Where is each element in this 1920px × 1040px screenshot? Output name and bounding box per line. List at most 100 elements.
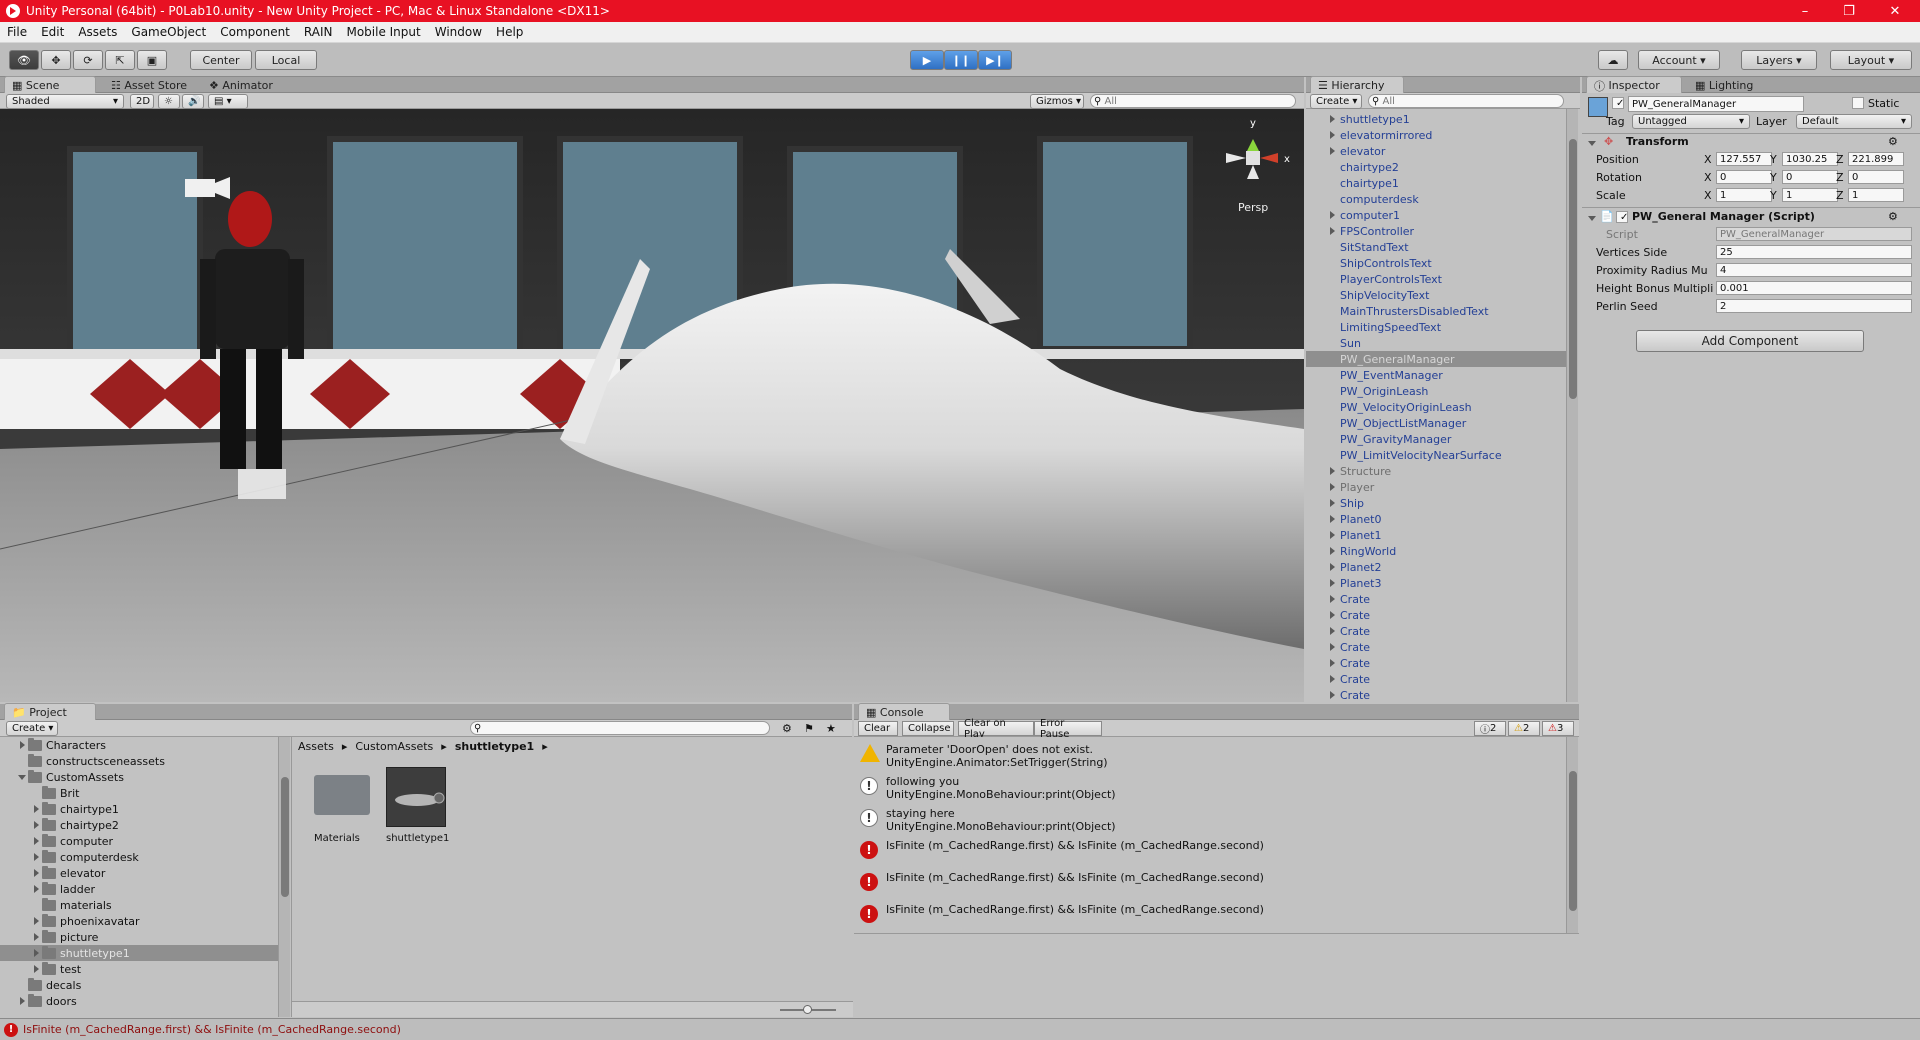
script-foldout-icon[interactable] xyxy=(1588,211,1596,224)
expand-arrow-icon[interactable] xyxy=(1324,227,1340,235)
project-search-input[interactable]: ⚲ xyxy=(470,721,770,735)
project-folder-item[interactable]: Characters xyxy=(0,737,278,753)
add-component-button[interactable]: Add Component xyxy=(1636,330,1864,352)
hierarchy-item[interactable]: FPSController xyxy=(1306,223,1568,239)
hierarchy-item[interactable]: SitStandText xyxy=(1306,239,1568,255)
hierarchy-item[interactable]: Crate xyxy=(1306,591,1568,607)
hierarchy-item[interactable]: Planet2 xyxy=(1306,559,1568,575)
zoom-slider-handle[interactable] xyxy=(803,1005,812,1014)
step-button[interactable]: ▶❙ xyxy=(978,50,1012,70)
project-folder-item[interactable]: elevator xyxy=(0,865,278,881)
tab-asset-store[interactable]: ☷ Asset Store xyxy=(104,76,194,94)
console-scroll-thumb[interactable] xyxy=(1569,771,1577,911)
rotate-tool-icon[interactable]: ⟳ xyxy=(73,50,103,70)
expand-arrow-icon[interactable] xyxy=(1324,675,1340,683)
move-tool-icon[interactable]: ✥ xyxy=(41,50,71,70)
expand-arrow-icon[interactable] xyxy=(1324,643,1340,651)
rotation-y-input[interactable]: 0 xyxy=(1782,170,1838,184)
play-button[interactable]: ▶ xyxy=(910,50,944,70)
scale-y-input[interactable]: 1 xyxy=(1782,188,1838,202)
expand-arrow-icon[interactable] xyxy=(1324,659,1340,667)
project-folder-item[interactable]: picture xyxy=(0,929,278,945)
hierarchy-item[interactable]: PW_GeneralManager xyxy=(1306,351,1568,367)
tab-scene[interactable]: ▦ Scene xyxy=(4,76,96,94)
project-folder-item[interactable]: constructsceneassets xyxy=(0,753,278,769)
menu-edit[interactable]: Edit xyxy=(34,25,71,39)
hierarchy-item[interactable]: PW_EventManager xyxy=(1306,367,1568,383)
hierarchy-item[interactable]: elevatormirrored xyxy=(1306,127,1568,143)
menu-assets[interactable]: Assets xyxy=(71,25,124,39)
hierarchy-item[interactable]: Crate xyxy=(1306,671,1568,687)
expand-arrow-icon[interactable] xyxy=(1324,131,1340,139)
expand-arrow-icon[interactable] xyxy=(30,837,42,845)
pivot-local-button[interactable]: Local xyxy=(255,50,317,70)
scale-z-input[interactable]: 1 xyxy=(1848,188,1904,202)
close-icon[interactable]: ✕ xyxy=(1872,0,1918,22)
filter-label-icon[interactable]: ⚑ xyxy=(804,722,814,735)
audio-toggle-icon[interactable]: 🔊 xyxy=(182,94,204,109)
console-entry[interactable]: ! IsFinite (m_CachedRange.first) && IsFin… xyxy=(854,837,1566,867)
hierarchy-item[interactable]: chairtype1 xyxy=(1306,175,1568,191)
collapse-button[interactable]: Collapse xyxy=(902,721,954,736)
hierarchy-item[interactable]: MainThrustersDisabledText xyxy=(1306,303,1568,319)
transform-foldout-icon[interactable] xyxy=(1588,136,1596,149)
expand-arrow-icon[interactable] xyxy=(30,821,42,829)
gizmos-dropdown[interactable]: Gizmos ▾ xyxy=(1030,94,1084,109)
hierarchy-item[interactable]: Crate xyxy=(1306,655,1568,671)
expand-arrow-icon[interactable] xyxy=(1324,595,1340,603)
position-x-input[interactable]: 127.557 xyxy=(1716,152,1772,166)
hierarchy-item[interactable]: PW_LimitVelocityNearSurface xyxy=(1306,447,1568,463)
expand-arrow-icon[interactable] xyxy=(30,805,42,813)
error-filter-toggle[interactable]: ⚠ 3 xyxy=(1542,721,1574,736)
hierarchy-item[interactable]: chairtype2 xyxy=(1306,159,1568,175)
hierarchy-item[interactable]: Structure xyxy=(1306,463,1568,479)
script-field-input[interactable]: 0.001 xyxy=(1716,281,1912,295)
static-checkbox[interactable] xyxy=(1852,97,1864,109)
position-y-input[interactable]: 1030.25 xyxy=(1782,152,1838,166)
expand-arrow-icon[interactable] xyxy=(1324,547,1340,555)
hierarchy-item[interactable]: PW_ObjectListManager xyxy=(1306,415,1568,431)
clear-on-play-button[interactable]: Clear on Play xyxy=(958,718,1034,740)
hand-tool-icon[interactable]: 👁 xyxy=(9,50,39,70)
project-folder-item[interactable]: decals xyxy=(0,977,278,993)
expand-arrow-icon[interactable] xyxy=(16,774,28,780)
tab-inspector[interactable]: ⓘ Inspector xyxy=(1586,76,1682,94)
menu-help[interactable]: Help xyxy=(489,25,530,39)
expand-arrow-icon[interactable] xyxy=(1324,563,1340,571)
scene-search-input[interactable]: ⚲ All xyxy=(1090,94,1296,108)
console-entry[interactable]: ! IsFinite (m_CachedRange.first) && IsFin… xyxy=(854,869,1566,899)
expand-arrow-icon[interactable] xyxy=(16,997,28,1005)
hierarchy-item[interactable]: Crate xyxy=(1306,639,1568,655)
layers-dropdown[interactable]: Layers ▾ xyxy=(1741,50,1817,70)
expand-arrow-icon[interactable] xyxy=(1324,499,1340,507)
expand-arrow-icon[interactable] xyxy=(30,949,42,957)
project-folder-item[interactable]: doors xyxy=(0,993,278,1009)
project-tree-scroll-thumb[interactable] xyxy=(281,777,289,897)
expand-arrow-icon[interactable] xyxy=(1324,211,1340,219)
script-field-input[interactable]: 4 xyxy=(1716,263,1912,277)
hierarchy-item[interactable]: Ship xyxy=(1306,495,1568,511)
expand-arrow-icon[interactable] xyxy=(30,965,42,973)
script-reference-field[interactable]: PW_GeneralManager xyxy=(1716,227,1912,241)
menu-component[interactable]: Component xyxy=(213,25,297,39)
gear-icon[interactable]: ⚙ xyxy=(1888,210,1898,223)
project-folder-item[interactable]: Brit xyxy=(0,785,278,801)
expand-arrow-icon[interactable] xyxy=(1324,691,1340,699)
tab-lighting[interactable]: ▦ Lighting xyxy=(1688,76,1760,94)
hierarchy-item[interactable]: Planet1 xyxy=(1306,527,1568,543)
expand-arrow-icon[interactable] xyxy=(30,933,42,941)
warning-filter-toggle[interactable]: ⚠ 2 xyxy=(1508,721,1540,736)
hierarchy-item[interactable]: Crate xyxy=(1306,623,1568,639)
tag-dropdown[interactable]: Untagged ▾ xyxy=(1632,114,1750,129)
hierarchy-item[interactable]: elevator xyxy=(1306,143,1568,159)
expand-arrow-icon[interactable] xyxy=(1324,483,1340,491)
project-create-dropdown[interactable]: Create ▾ xyxy=(6,721,58,736)
project-folder-item[interactable]: chairtype1 xyxy=(0,801,278,817)
mode-2d-toggle[interactable]: 2D xyxy=(130,94,154,109)
object-name-input[interactable]: PW_GeneralManager xyxy=(1628,96,1804,112)
hierarchy-item[interactable]: shuttletype1 xyxy=(1306,111,1568,127)
expand-arrow-icon[interactable] xyxy=(30,853,42,861)
hierarchy-item[interactable]: Planet3 xyxy=(1306,575,1568,591)
script-field-input[interactable]: 2 xyxy=(1716,299,1912,313)
info-filter-toggle[interactable]: ⓘ 2 xyxy=(1474,721,1506,736)
